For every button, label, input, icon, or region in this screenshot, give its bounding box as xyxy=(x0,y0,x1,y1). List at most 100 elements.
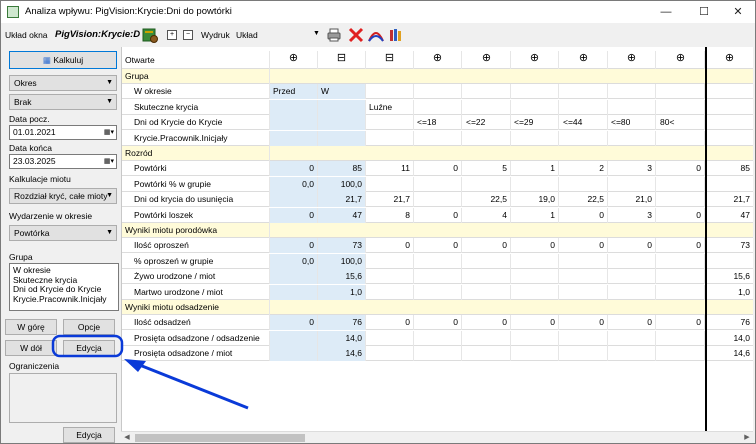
edit-group-button[interactable]: Edycja xyxy=(63,340,115,356)
table-row[interactable]: Żywo urodzone / miot 15,6 15,6 xyxy=(122,269,753,285)
table-cell[interactable] xyxy=(463,99,511,115)
group-listbox[interactable]: W okresie Skuteczne krycia Dni od Krycie… xyxy=(9,263,119,311)
books-icon[interactable] xyxy=(387,27,405,43)
table-cell[interactable]: 0 xyxy=(463,315,511,331)
table-row[interactable]: Prosięta odsadzone / miot 14,6 14,6 xyxy=(122,346,753,362)
table-cell[interactable] xyxy=(608,253,656,269)
table-row[interactable]: Powtórki % w grupie 0,0 100,0 xyxy=(122,176,753,192)
table-cell[interactable]: 14,6 xyxy=(318,346,366,362)
table-cell[interactable] xyxy=(414,346,462,362)
table-cell[interactable] xyxy=(560,346,608,362)
table-cell[interactable] xyxy=(608,269,656,285)
table-cell[interactable]: <=29 xyxy=(511,115,559,131)
table-cell[interactable]: 1 xyxy=(511,161,559,177)
table-cell[interactable] xyxy=(366,269,414,285)
table-cell[interactable] xyxy=(318,99,366,115)
table-cell[interactable] xyxy=(560,130,608,146)
table-cell[interactable]: 0 xyxy=(560,238,608,254)
table-cell[interactable] xyxy=(706,254,753,269)
maximize-button[interactable]: ☐ xyxy=(689,3,719,21)
table-cell[interactable]: 0 xyxy=(270,207,318,223)
table-cell[interactable]: 8 xyxy=(366,207,414,223)
scroll-right-icon[interactable]: ▶ xyxy=(741,432,753,444)
calendar-icon[interactable]: ▦▾ xyxy=(104,155,114,168)
table-cell[interactable]: 21,7 xyxy=(366,192,414,208)
table-cell[interactable] xyxy=(414,99,462,115)
table-cell[interactable] xyxy=(657,176,705,192)
table-cell[interactable]: 1,0 xyxy=(706,285,753,300)
table-cell[interactable] xyxy=(706,131,753,146)
table-cell[interactable] xyxy=(657,284,705,300)
table-cell[interactable]: 0 xyxy=(463,238,511,254)
table-cell[interactable]: <=18 xyxy=(414,115,462,131)
table-cell[interactable] xyxy=(414,330,462,346)
table-cell[interactable]: 0 xyxy=(366,315,414,331)
table-cell[interactable]: 0,0 xyxy=(270,176,318,192)
event-combo[interactable]: Powtórka ▼ xyxy=(9,225,117,241)
table-cell[interactable] xyxy=(657,253,705,269)
table-row[interactable]: Dni od krycia do usunięcia 21,7 21,7 22,5 19… xyxy=(122,192,753,208)
table-cell[interactable] xyxy=(270,99,318,115)
column-expand-icon[interactable]: ⊟ xyxy=(366,51,414,69)
table-cell[interactable] xyxy=(608,99,656,115)
calc-litter-combo[interactable]: Rozdział kryć, całe mioty ▼ xyxy=(9,188,117,204)
table-cell[interactable]: 21,7 xyxy=(706,192,753,207)
scrollbar-thumb[interactable] xyxy=(135,434,305,442)
expand-button[interactable]: + xyxy=(167,30,177,40)
table-cell[interactable] xyxy=(318,130,366,146)
table-cell[interactable]: 21,0 xyxy=(608,192,656,208)
group-header-row[interactable]: Rozród xyxy=(122,146,753,161)
table-cell[interactable]: 0 xyxy=(414,315,462,331)
table-cell[interactable] xyxy=(657,192,705,208)
table-cell[interactable] xyxy=(366,115,414,131)
table-cell[interactable] xyxy=(414,253,462,269)
table-cell[interactable] xyxy=(608,346,656,362)
table-cell[interactable]: 22,5 xyxy=(463,192,511,208)
table-cell[interactable]: 80< xyxy=(657,115,705,131)
table-cell[interactable]: 0 xyxy=(366,238,414,254)
move-up-button[interactable]: W górę xyxy=(5,319,57,335)
group-header-row[interactable]: Grupa xyxy=(122,69,753,84)
table-cell[interactable]: 15,6 xyxy=(706,269,753,284)
column-expand-icon[interactable]: ⊕ xyxy=(511,51,559,69)
table-cell[interactable] xyxy=(414,192,462,208)
table-cell[interactable] xyxy=(463,253,511,269)
lack-combo[interactable]: Brak ▼ xyxy=(9,94,117,110)
calculate-button[interactable]: ▦ Kalkuluj xyxy=(9,51,117,69)
table-row[interactable]: Ilość oproszeń 0 73 0 0 0 0 0 0 0 73 xyxy=(122,238,753,254)
table-cell[interactable] xyxy=(608,130,656,146)
table-cell[interactable]: 73 xyxy=(706,238,753,253)
table-cell[interactable] xyxy=(511,253,559,269)
table-cell[interactable]: 5 xyxy=(463,161,511,177)
grid-header-label[interactable]: Otwarte xyxy=(122,51,270,69)
table-cell[interactable] xyxy=(608,330,656,346)
edit-restrictions-button[interactable]: Edycja xyxy=(63,427,115,443)
table-cell[interactable]: 100,0 xyxy=(318,176,366,192)
table-cell[interactable] xyxy=(560,99,608,115)
table-cell[interactable] xyxy=(366,84,414,100)
table-cell[interactable] xyxy=(463,269,511,285)
table-cell[interactable]: 0 xyxy=(608,315,656,331)
table-cell[interactable]: 0 xyxy=(560,207,608,223)
table-row[interactable]: Martwo urodzone / miot 1,0 1,0 xyxy=(122,284,753,300)
column-expand-icon[interactable]: ⊕ xyxy=(463,51,511,69)
table-cell[interactable]: 73 xyxy=(318,238,366,254)
group-header-row[interactable]: Wyniki miotu porodówka xyxy=(122,223,753,238)
table-cell[interactable]: 21,7 xyxy=(318,192,366,208)
table-cell[interactable] xyxy=(560,84,608,100)
table-cell[interactable]: 0 xyxy=(270,238,318,254)
move-down-button[interactable]: W dół xyxy=(5,340,57,356)
calendar-icon[interactable]: ▦▾ xyxy=(104,126,114,139)
table-cell[interactable]: 1,0 xyxy=(318,284,366,300)
table-cell[interactable] xyxy=(511,330,559,346)
table-cell[interactable]: 85 xyxy=(318,161,366,177)
table-cell[interactable]: 3 xyxy=(608,161,656,177)
table-cell[interactable]: 0,0 xyxy=(270,253,318,269)
table-cell[interactable]: 0 xyxy=(414,207,462,223)
table-row[interactable]: Krycie.Pracownik.Inicjały xyxy=(122,130,753,146)
table-cell[interactable] xyxy=(608,284,656,300)
table-cell[interactable] xyxy=(706,177,753,192)
table-cell[interactable]: 0 xyxy=(270,315,318,331)
table-cell[interactable] xyxy=(414,269,462,285)
table-cell[interactable]: 85 xyxy=(706,161,753,176)
